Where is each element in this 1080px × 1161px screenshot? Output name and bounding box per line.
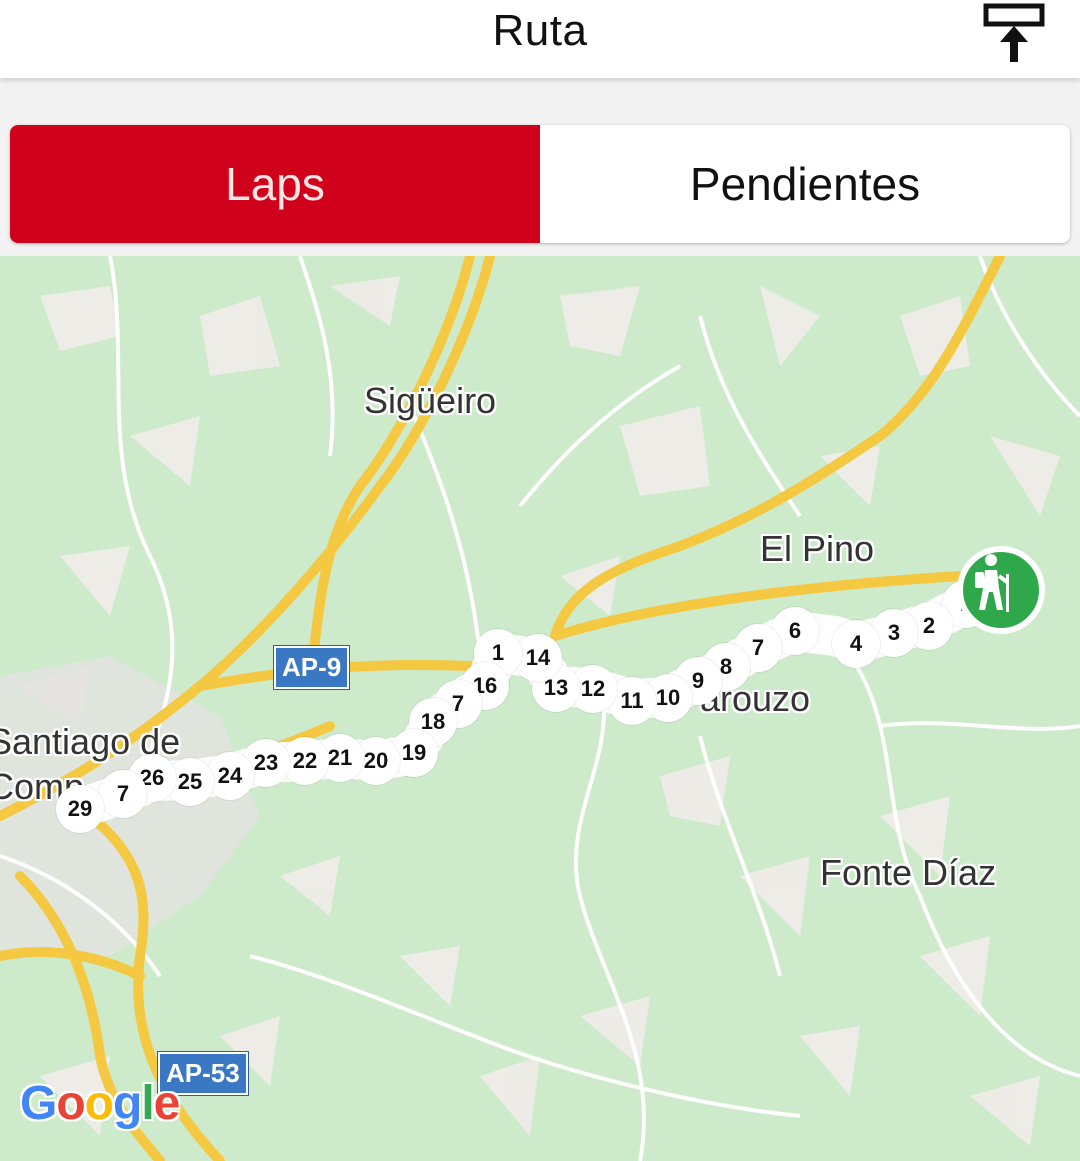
place-label-sigueiro: Sigüeiro (364, 380, 497, 421)
lap-marker[interactable]: 7 (99, 770, 147, 818)
tab-laps[interactable]: Laps (10, 125, 540, 243)
view-tabs: Laps Pendientes (10, 125, 1070, 243)
hiker-icon (975, 554, 1009, 612)
tab-pendientes[interactable]: Pendientes (540, 125, 1070, 243)
route-map[interactable]: Sigüeiro El Pino arouzo Santiago de Comp… (0, 256, 1080, 1161)
lap-marker[interactable]: 29 (56, 785, 104, 833)
place-label-el-pino: El Pino (760, 528, 875, 569)
app-header: Ruta (0, 0, 1080, 78)
route-start-marker[interactable] (957, 546, 1045, 634)
page-title: Ruta (492, 6, 588, 55)
export-upload-icon[interactable] (982, 2, 1046, 66)
road-shield-ap9: AP-9 (274, 646, 350, 689)
lap-marker[interactable]: 4 (832, 620, 880, 668)
map-background (0, 256, 1080, 1161)
google-logo: Google (20, 1077, 180, 1130)
place-label-fonte-diaz: Fonte Díaz (820, 852, 997, 893)
